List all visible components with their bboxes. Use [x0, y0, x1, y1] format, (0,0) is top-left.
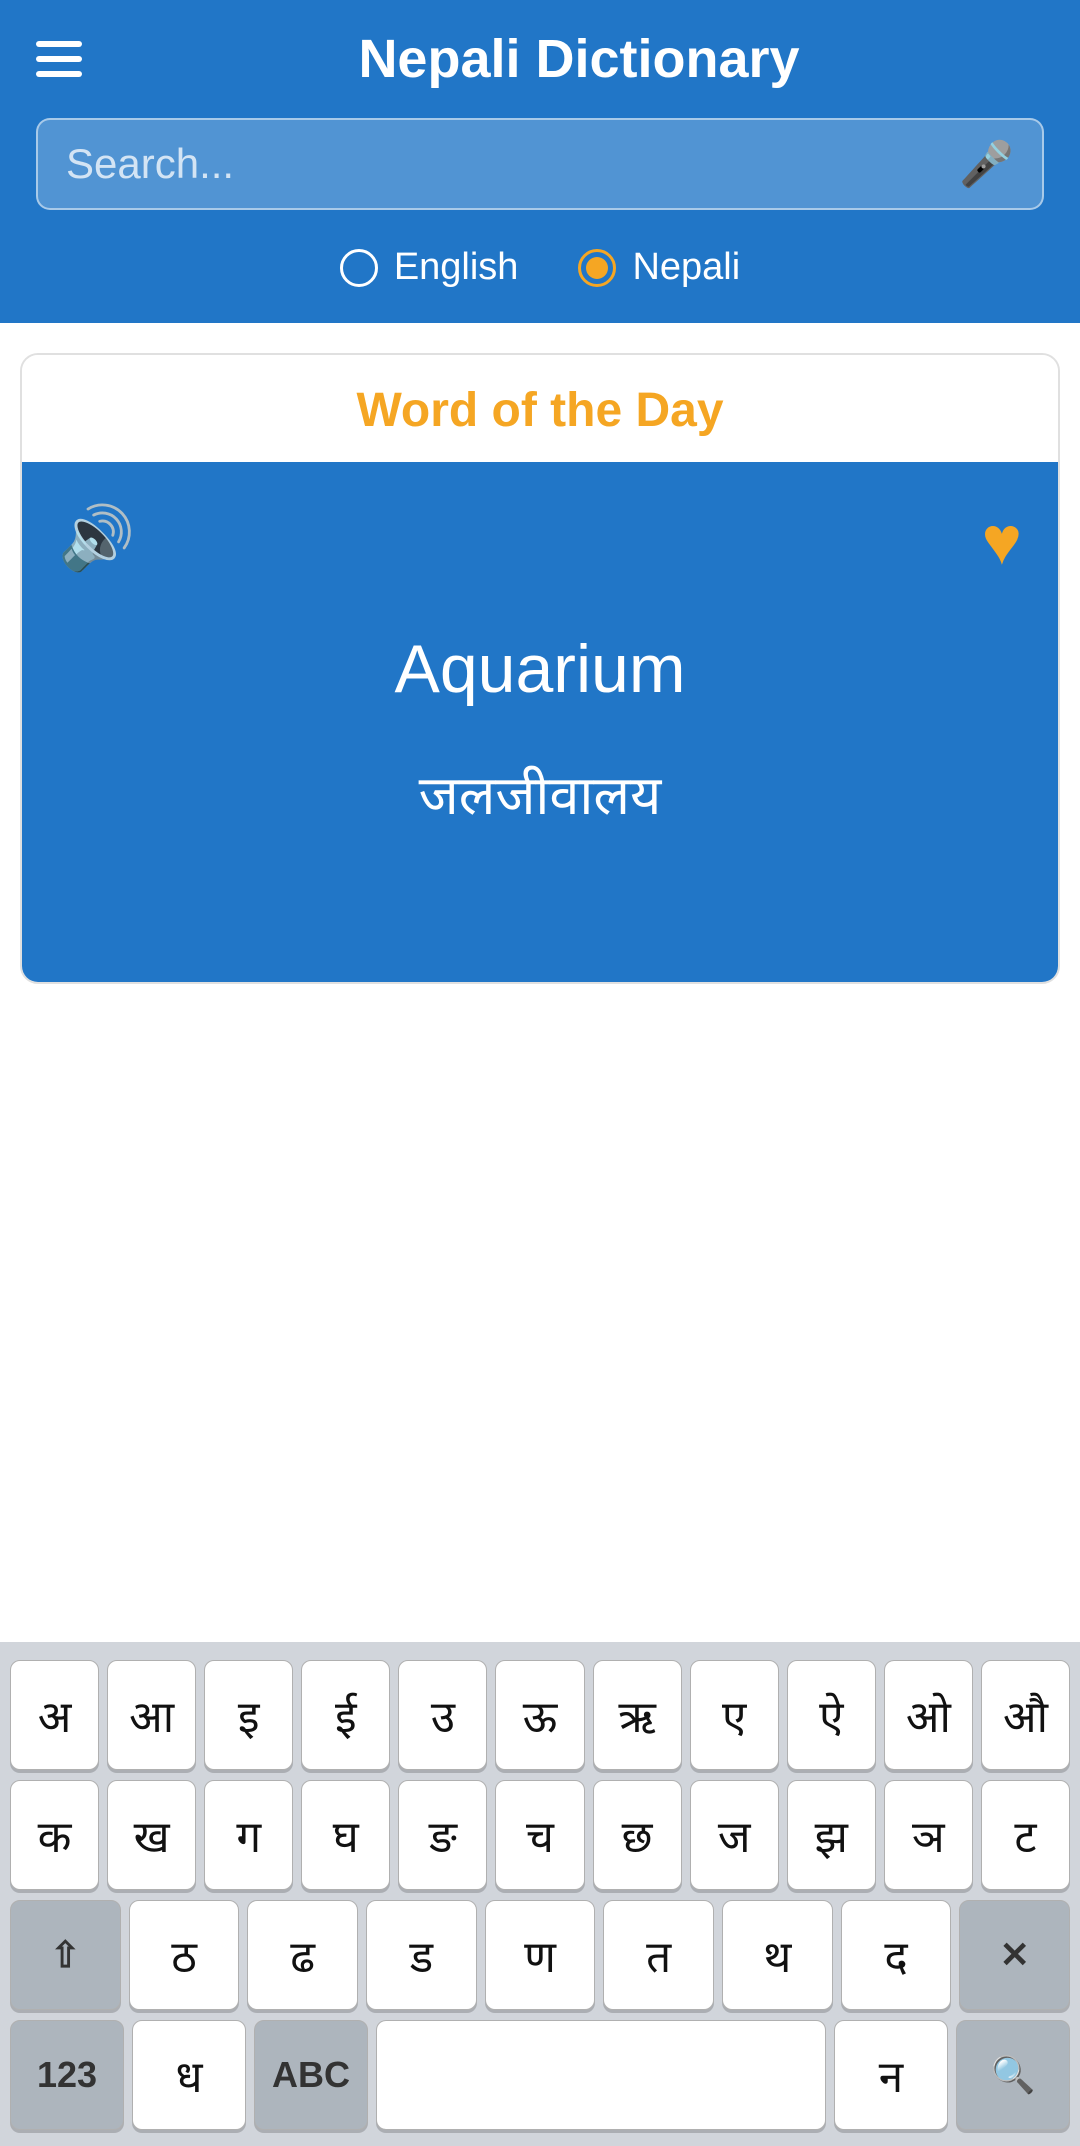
header-top-row: Nepali Dictionary — [36, 28, 1044, 90]
search-bar[interactable]: 🎤 — [36, 118, 1044, 210]
nepali-label: Nepali — [632, 246, 740, 289]
key-o[interactable]: ओ — [884, 1660, 973, 1770]
backspace-key[interactable]: ✕ — [959, 1900, 1070, 2010]
main-content: Word of the Day 🔊 ♥ Aquarium जलजीवालय — [0, 323, 1080, 1642]
key-da[interactable]: द — [841, 1900, 952, 2010]
key-aa[interactable]: आ — [107, 1660, 196, 1770]
space-key[interactable] — [376, 2020, 826, 2130]
shift-key[interactable]: ⇧ — [10, 1900, 121, 2010]
key-i[interactable]: इ — [204, 1660, 293, 1770]
english-label: English — [394, 246, 519, 289]
key-abc[interactable]: ABC — [254, 2020, 368, 2130]
key-ddha[interactable]: ढ — [247, 1900, 358, 2010]
key-gha[interactable]: घ — [301, 1780, 390, 1890]
wotd-nepali-word: जलजीवालय — [419, 756, 662, 830]
key-ta[interactable]: त — [603, 1900, 714, 2010]
key-na[interactable]: न — [834, 2020, 948, 2130]
key-tha[interactable]: थ — [722, 1900, 833, 2010]
key-e[interactable]: ए — [690, 1660, 779, 1770]
key-123[interactable]: 123 — [10, 2020, 124, 2130]
speaker-icon[interactable]: 🔊 — [58, 502, 135, 575]
key-nga[interactable]: ङ — [398, 1780, 487, 1890]
key-tta[interactable]: ट — [981, 1780, 1070, 1890]
key-cha[interactable]: च — [495, 1780, 584, 1890]
nepali-radio-option[interactable]: Nepali — [578, 246, 740, 289]
key-dha[interactable]: ध — [132, 2020, 246, 2130]
word-of-day-card: Word of the Day 🔊 ♥ Aquarium जलजीवालय — [20, 353, 1060, 984]
nepali-radio-inner — [586, 257, 608, 279]
keyboard-row-4: 123 ध ABC न 🔍 — [10, 2020, 1070, 2130]
wotd-icons-row: 🔊 ♥ — [58, 502, 1022, 580]
key-chha[interactable]: छ — [593, 1780, 682, 1890]
keyboard-search-key[interactable]: 🔍 — [956, 2020, 1070, 2130]
key-kha[interactable]: ख — [107, 1780, 196, 1890]
key-ai[interactable]: ऐ — [787, 1660, 876, 1770]
nepali-radio-circle[interactable] — [578, 249, 616, 287]
key-ttha[interactable]: ठ — [129, 1900, 240, 2010]
key-ri[interactable]: ऋ — [593, 1660, 682, 1770]
key-nya[interactable]: ञ — [884, 1780, 973, 1890]
english-radio-option[interactable]: English — [340, 246, 519, 289]
key-dda[interactable]: ड — [366, 1900, 477, 2010]
language-toggle: English Nepali — [36, 238, 1044, 299]
app-header: Nepali Dictionary 🎤 English Nepali — [0, 0, 1080, 323]
key-u[interactable]: उ — [398, 1660, 487, 1770]
key-a[interactable]: अ — [10, 1660, 99, 1770]
wotd-body: 🔊 ♥ Aquarium जलजीवालय — [22, 462, 1058, 982]
key-ii[interactable]: ई — [301, 1660, 390, 1770]
wotd-title: Word of the Day — [356, 384, 723, 437]
search-input[interactable] — [66, 140, 959, 188]
key-uu[interactable]: ऊ — [495, 1660, 584, 1770]
key-jha[interactable]: झ — [787, 1780, 876, 1890]
key-au[interactable]: औ — [981, 1660, 1070, 1770]
english-radio-circle[interactable] — [340, 249, 378, 287]
wotd-header: Word of the Day — [22, 355, 1058, 462]
keyboard-row-3: ⇧ ठ ढ ड ण त थ द ✕ — [10, 1900, 1070, 2010]
hamburger-menu-button[interactable] — [36, 41, 82, 77]
key-ka[interactable]: क — [10, 1780, 99, 1890]
keyboard-row-2: क ख ग घ ङ च छ ज झ ञ ट — [10, 1780, 1070, 1890]
app-title: Nepali Dictionary — [114, 28, 1044, 90]
favorite-heart-icon[interactable]: ♥ — [982, 502, 1022, 580]
key-nna[interactable]: ण — [485, 1900, 596, 2010]
key-ga[interactable]: ग — [204, 1780, 293, 1890]
keyboard-row-1: अ आ इ ई उ ऊ ऋ ए ऐ ओ औ — [10, 1660, 1070, 1770]
mic-icon[interactable]: 🎤 — [959, 138, 1014, 190]
key-ja[interactable]: ज — [690, 1780, 779, 1890]
wotd-english-word: Aquarium — [394, 630, 685, 708]
keyboard-area: अ आ इ ई उ ऊ ऋ ए ऐ ओ औ क ख ग घ ङ च छ ज झ … — [0, 1642, 1080, 2146]
